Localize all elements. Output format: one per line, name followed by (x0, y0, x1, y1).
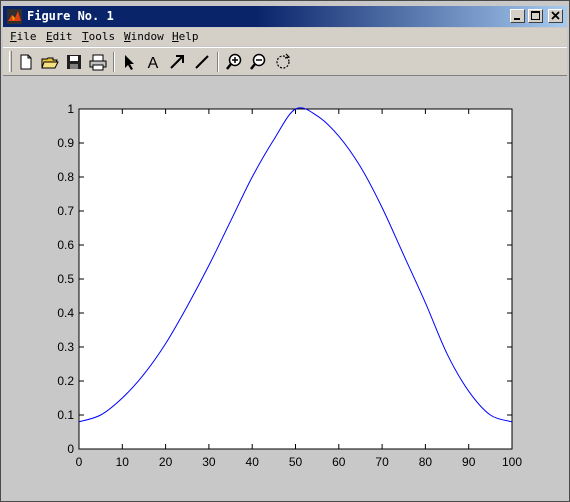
x-tick-label: 50 (289, 455, 303, 469)
menu-window[interactable]: Window (124, 30, 164, 44)
menu-edit[interactable]: Edit (46, 30, 73, 44)
menu-tools[interactable]: Tools (82, 30, 115, 44)
select-arrow-icon (125, 55, 134, 70)
zoom-in-button[interactable] (224, 52, 244, 72)
save-icon (67, 55, 81, 69)
new-figure-button[interactable] (16, 52, 36, 72)
maximize-icon (531, 11, 540, 20)
zoom-out-icon (250, 53, 266, 70)
rotate-3d-button[interactable] (273, 52, 293, 72)
matlab-logo-icon (7, 9, 22, 24)
insert-arrow-icon (170, 55, 184, 69)
menu-help[interactable]: Help (172, 30, 199, 44)
x-tick-label: 30 (202, 455, 216, 469)
title-bar[interactable]: Figure No. 1 (3, 6, 567, 27)
y-tick-label: 1 (67, 102, 74, 116)
x-tick-label: 70 (375, 455, 389, 469)
y-tick-label: 0.7 (57, 204, 74, 218)
save-button[interactable] (64, 52, 84, 72)
window-title: Figure No. 1 (27, 9, 114, 23)
svg-text:A: A (148, 55, 159, 72)
x-tick-label: 100 (502, 455, 522, 469)
y-tick-label: 0.9 (57, 136, 74, 150)
x-tick-label: 10 (116, 455, 130, 469)
toolbar-separator (217, 52, 219, 72)
print-icon (89, 54, 107, 71)
menu-bar: File Edit Tools Window Help (3, 28, 567, 46)
minimize-icon (514, 18, 520, 20)
y-tick-label: 0.4 (57, 306, 74, 320)
y-tick-label: 0 (67, 442, 74, 456)
zoom-out-button[interactable] (248, 52, 268, 72)
rotate-3d-icon (276, 53, 291, 69)
zoom-in-icon (226, 53, 242, 70)
x-tick-label: 90 (462, 455, 476, 469)
x-tick-label: 60 (332, 455, 346, 469)
close-button[interactable] (548, 9, 563, 23)
y-tick-label: 0.2 (57, 374, 74, 388)
y-tick-label: 0.6 (57, 238, 74, 252)
close-icon (551, 11, 560, 20)
open-file-button[interactable] (40, 52, 60, 72)
x-tick-label: 40 (246, 455, 260, 469)
x-tick-label: 0 (76, 455, 83, 469)
y-tick-label: 0.5 (57, 272, 74, 286)
x-tick-label: 20 (159, 455, 173, 469)
new-file-icon (20, 54, 32, 70)
figure-canvas: 0 10 20 30 40 50 60 70 80 90 100 0 0.1 0.2 0.3 0.4 0.5 0.… (3, 77, 567, 499)
insert-line-icon (195, 55, 209, 69)
open-folder-icon (41, 57, 59, 69)
maximize-button[interactable] (528, 9, 543, 23)
toolbar-grip[interactable] (9, 51, 12, 72)
figure-window: Figure No. 1 File Edit Tools Window Help (0, 0, 570, 502)
line-chart: 0 10 20 30 40 50 60 70 80 90 100 0 0.1 0.2 0.3 0.4 0.5 0.… (57, 102, 522, 469)
y-tick-label: 0.8 (57, 170, 74, 184)
edit-plot-button[interactable] (119, 52, 139, 72)
toolbar-separator (113, 52, 115, 72)
x-tick-label: 80 (419, 455, 433, 469)
y-tick-label: 0.3 (57, 340, 74, 354)
insert-line-button[interactable] (192, 52, 212, 72)
y-tick-label: 0.1 (57, 408, 74, 422)
insert-text-button[interactable]: A (143, 52, 163, 72)
print-button[interactable] (88, 52, 108, 72)
insert-text-icon: A (148, 55, 159, 72)
axes-background[interactable] (78, 108, 513, 450)
menu-file[interactable]: File (10, 30, 37, 44)
toolbar: A (3, 47, 567, 76)
insert-arrow-button[interactable] (167, 52, 187, 72)
minimize-button[interactable] (510, 9, 525, 23)
